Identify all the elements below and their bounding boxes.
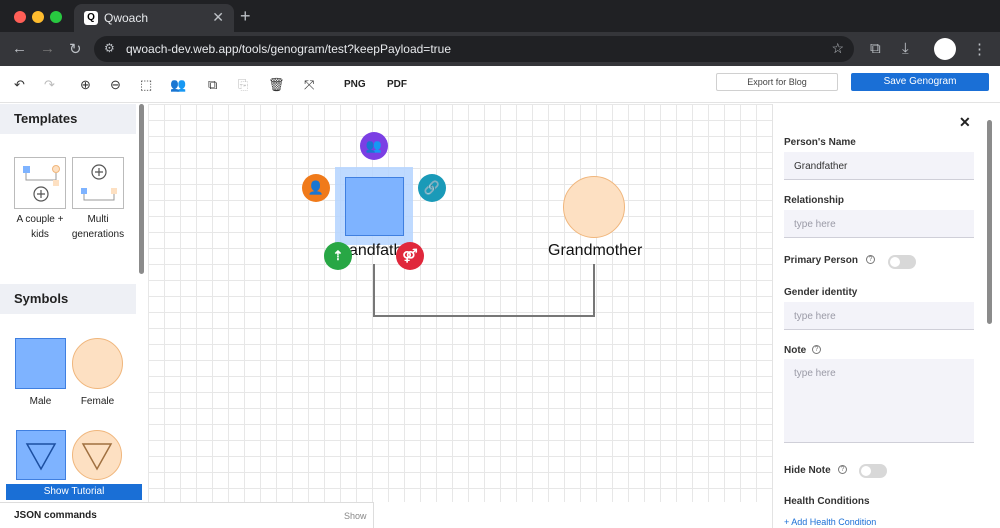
gender-identity-label: Gender identity	[784, 287, 858, 298]
browser-tab[interactable]: Q Qwoach ✕	[74, 4, 234, 32]
export-pdf-button[interactable]: PDF	[387, 79, 407, 90]
add-child-icon[interactable]: ⇡	[324, 242, 352, 270]
left-sidebar: Templates A couple + kids Multi generati…	[0, 104, 148, 528]
add-health-condition-link[interactable]: + Add Health Condition	[784, 517, 876, 527]
zoom-in-icon[interactable]: ⊕	[80, 77, 91, 93]
show-tutorial-button[interactable]: Show Tutorial	[6, 484, 142, 500]
reload-icon[interactable]: ↻	[69, 40, 82, 58]
template-label-line: A couple +	[16, 214, 64, 225]
menu-kebab-icon[interactable]: ⋮	[972, 40, 987, 58]
paste-icon[interactable]: ⎘	[238, 77, 248, 93]
template-label-line: kids	[31, 229, 49, 240]
maximize-window-button[interactable]	[50, 11, 62, 23]
persons-name-field[interactable]: Grandfather	[784, 152, 974, 180]
marriage-line	[373, 264, 595, 317]
primary-person-toggle[interactable]	[888, 255, 916, 269]
close-window-button[interactable]	[14, 11, 26, 23]
male-pregnancy-symbol[interactable]	[16, 430, 66, 480]
bookmark-star-icon[interactable]: ☆	[831, 40, 844, 57]
down-triangle-icon	[81, 443, 113, 471]
down-triangle-icon	[25, 443, 57, 471]
zoom-out-icon[interactable]: ⊖	[110, 77, 121, 93]
help-icon[interactable]: ?	[812, 345, 821, 354]
copy-icon[interactable]: ⧉	[208, 77, 217, 93]
address-bar[interactable]: ⚙ qwoach-dev.web.app/tools/genogram/test…	[94, 36, 854, 62]
multi-generations-template-icon	[81, 164, 117, 201]
minimize-window-button[interactable]	[32, 11, 44, 23]
select-area-icon[interactable]: ⬚	[140, 77, 152, 93]
download-icon[interactable]: ⤓	[902, 40, 909, 57]
browser-chrome: Q Qwoach ✕ + ← → ↻ ⚙ qwoach-dev.web.app/…	[0, 0, 1000, 66]
redo-icon[interactable]: ↷	[44, 77, 55, 93]
editor-toolbar: ↶ ↷ ⊕ ⊖ ⬚ 👥 ⧉ ⎘ 🗑 ⤧ PNG PDF Export for B…	[0, 66, 1000, 103]
note-label: Note	[784, 345, 807, 356]
json-show-button[interactable]: Show	[344, 511, 367, 521]
export-png-button[interactable]: PNG	[344, 79, 366, 90]
url-text: qwoach-dev.web.app/tools/genogram/test?k…	[126, 42, 451, 56]
template-multi-generations[interactable]	[72, 157, 124, 209]
health-conditions-label: Health Conditions	[784, 496, 870, 507]
templates-heading: Templates	[0, 104, 136, 134]
export-for-blog-button[interactable]: Export for Blog	[716, 73, 838, 91]
left-scrollbar[interactable]	[139, 104, 144, 274]
couple-kids-template-icon	[23, 165, 60, 202]
hide-note-toggle[interactable]	[859, 464, 887, 478]
male-symbol-label: Male	[29, 396, 52, 407]
new-tab-icon[interactable]: +	[240, 6, 251, 27]
female-pregnancy-symbol[interactable]	[72, 430, 122, 480]
relationship-field[interactable]: type here	[784, 210, 974, 238]
grandmother-label: Grandmother	[548, 242, 643, 259]
add-partner-icon[interactable]: 👤	[302, 174, 330, 202]
template-label-line: Multi	[87, 214, 109, 225]
group-icon[interactable]: 👥	[170, 77, 186, 93]
fit-screen-icon[interactable]: ⤧	[304, 77, 314, 93]
genogram-canvas[interactable]: andfath Grandmother 👥 👤 🔗 ⇡ ⚤	[148, 104, 772, 502]
relationship-label: Relationship	[784, 195, 845, 206]
forward-icon[interactable]: →	[40, 40, 55, 57]
add-parents-icon[interactable]: 👥	[360, 132, 388, 160]
delete-icon[interactable]: 🗑	[268, 77, 285, 93]
symbols-heading: Symbols	[0, 284, 136, 314]
json-commands-bar[interactable]: JSON commands Show	[0, 502, 374, 528]
undo-icon[interactable]: ↶	[14, 77, 25, 93]
save-genogram-button[interactable]: Save Genogram	[851, 73, 989, 91]
relationship-icon[interactable]: ⚤	[396, 242, 424, 270]
person-details-panel: ✕ Person's Name Grandfather Relationship…	[772, 104, 984, 528]
female-symbol-label: Female	[80, 396, 115, 407]
template-multi-generations-label: Multi generations	[62, 212, 134, 242]
note-field[interactable]: type here	[784, 359, 974, 443]
grandmother-node[interactable]	[563, 176, 625, 238]
back-icon[interactable]: ←	[12, 40, 27, 57]
site-settings-icon[interactable]: ⚙	[104, 41, 115, 55]
template-label-line: generations	[71, 229, 125, 240]
primary-person-label: Primary Person	[784, 255, 858, 266]
grandfather-label: andfath	[349, 242, 403, 259]
template-couple-kids[interactable]	[14, 157, 66, 209]
link-icon[interactable]: 🔗	[418, 174, 446, 202]
help-icon[interactable]: ?	[838, 465, 847, 474]
close-tab-icon[interactable]: ✕	[212, 9, 224, 26]
profile-avatar[interactable]	[934, 38, 956, 60]
close-panel-icon[interactable]: ✕	[959, 114, 971, 131]
persons-name-label: Person's Name	[784, 137, 856, 148]
hide-note-label: Hide Note	[784, 465, 831, 476]
grandfather-node[interactable]	[345, 177, 404, 236]
json-commands-label: JSON commands	[14, 510, 97, 521]
help-icon[interactable]: ?	[866, 255, 875, 264]
right-scrollbar[interactable]	[987, 120, 992, 324]
extensions-icon[interactable]: ⧉	[870, 40, 881, 57]
qwoach-favicon-icon: Q	[84, 11, 98, 25]
tab-title: Qwoach	[104, 11, 149, 25]
gender-identity-field[interactable]: type here	[784, 302, 974, 330]
male-symbol[interactable]	[15, 338, 66, 389]
navigation-bar: ← → ↻ ⚙ qwoach-dev.web.app/tools/genogra…	[0, 32, 1000, 66]
female-symbol[interactable]	[72, 338, 123, 389]
